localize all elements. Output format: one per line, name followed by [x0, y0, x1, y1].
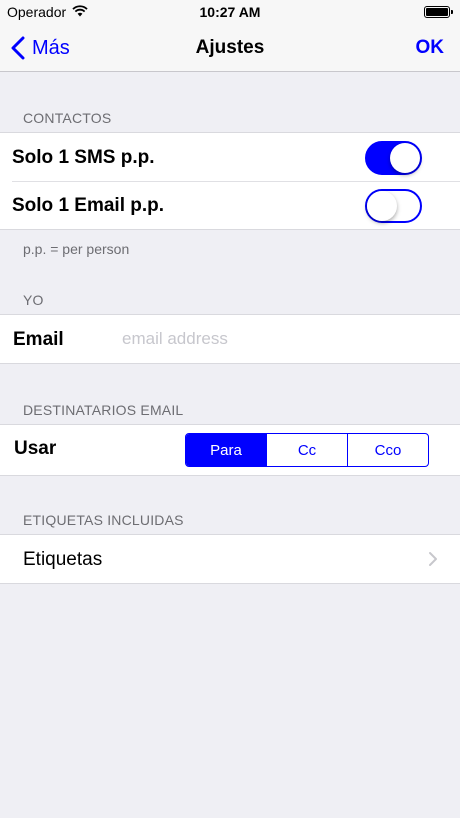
- section-header-etiquetas: ETIQUETAS INCLUIDAS: [23, 512, 184, 528]
- chevron-right-icon: [429, 552, 437, 566]
- segment-cco[interactable]: Cco: [347, 434, 428, 466]
- recipient-type-segmented-control: Para Cc Cco: [185, 433, 429, 467]
- email-row: Email: [0, 315, 460, 363]
- section-header-contactos: CONTACTOS: [23, 110, 112, 126]
- section-header-destinatarios: DESTINATARIOS EMAIL: [23, 402, 184, 418]
- status-bar: Operador 10:27 AM: [0, 0, 460, 24]
- page-title: Ajustes: [195, 37, 265, 58]
- segment-cc[interactable]: Cc: [266, 434, 347, 466]
- battery-icon: [424, 6, 453, 18]
- email-field[interactable]: [122, 325, 442, 353]
- toggle-knob: [390, 143, 420, 173]
- section-footer-contactos: p.p. = per person: [23, 241, 130, 257]
- section-header-yo: YO: [23, 292, 44, 308]
- segment-para[interactable]: Para: [186, 434, 266, 466]
- email-pp-row: Solo 1 Email p.p.: [0, 181, 460, 229]
- etiquetas-group: Etiquetas: [0, 534, 460, 584]
- etiquetas-row[interactable]: Etiquetas: [0, 535, 460, 583]
- destinatarios-group: Usar Para Cc Cco: [0, 424, 460, 476]
- status-time: 10:27 AM: [199, 4, 261, 20]
- toggle-knob: [367, 191, 397, 221]
- sms-toggle[interactable]: [365, 141, 422, 175]
- email-label: Email: [13, 329, 64, 350]
- usar-row: Usar Para Cc Cco: [0, 425, 460, 475]
- email-pp-toggle[interactable]: [365, 189, 422, 223]
- etiquetas-row-label: Etiquetas: [23, 549, 103, 570]
- ok-button[interactable]: OK: [416, 37, 445, 59]
- email-pp-row-label: Solo 1 Email p.p.: [12, 195, 165, 216]
- navigation-bar: Más Ajustes OK: [0, 24, 460, 72]
- usar-label: Usar: [14, 438, 57, 459]
- yo-group: Email: [0, 314, 460, 364]
- sms-row-label: Solo 1 SMS p.p.: [12, 147, 155, 168]
- sms-row: Solo 1 SMS p.p.: [0, 133, 460, 181]
- contactos-group: Solo 1 SMS p.p. Solo 1 Email p.p.: [0, 132, 460, 230]
